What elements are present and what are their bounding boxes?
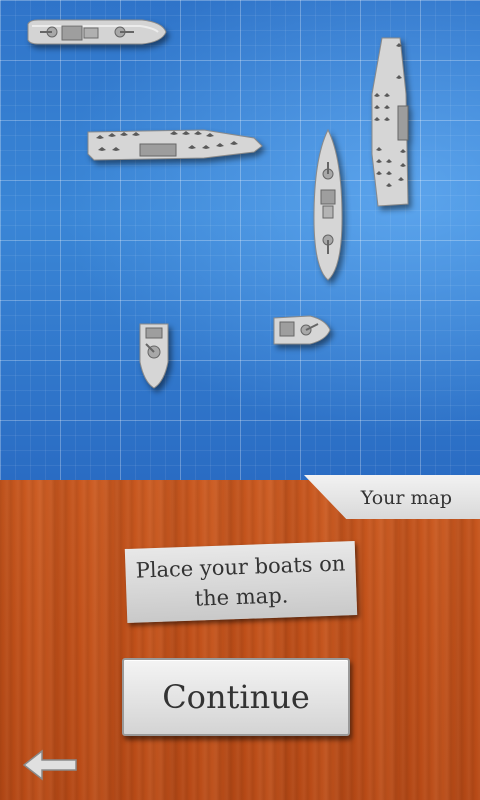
continue-button[interactable]: Continue (122, 658, 350, 736)
cruiser-icon[interactable] (308, 128, 348, 284)
game-map[interactable] (0, 0, 480, 480)
continue-button-label: Continue (162, 678, 310, 716)
battleship-icon[interactable] (24, 14, 168, 50)
back-arrow-icon[interactable] (20, 745, 80, 785)
patrol-boat-icon[interactable] (136, 320, 172, 392)
map-tab-label: Your map (360, 487, 452, 509)
aircraft-carrier-icon[interactable] (364, 34, 416, 212)
instructions-text: Place your boats on the map. (135, 551, 346, 611)
aircraft-carrier-icon[interactable] (84, 118, 266, 170)
patrol-boat-icon[interactable] (270, 312, 332, 348)
instructions-card: Place your boats on the map. (124, 541, 358, 623)
